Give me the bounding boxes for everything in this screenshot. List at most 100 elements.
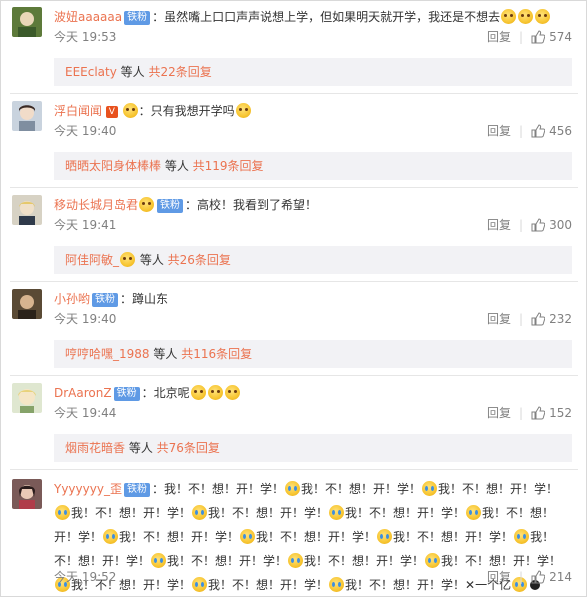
like-count: 574 <box>549 30 572 44</box>
comment-text-segment: 我！不！想！开！学！ <box>256 530 377 544</box>
reply-usernames[interactable]: 哼哼哈嘿_1988 <box>65 347 150 361</box>
comment-text-segment: 我！不！想！开！学！ <box>71 506 192 520</box>
reply-button[interactable]: 回复 <box>487 218 511 232</box>
crying-emoji-icon <box>284 481 300 496</box>
vip-icon: V <box>105 106 118 118</box>
comment-text-segment: 我！不！想！开！学！ <box>119 530 240 544</box>
comment-text-line: 移动长城月岛君 铁粉 ：高校！我看到了希望！ <box>54 195 564 215</box>
fan-badge[interactable]: 铁粉 <box>157 199 184 213</box>
comment-list: 波妞aaaaaa 铁粉 ：虽然嘴上口口声声说想上学，但如果明天就开学，我还是不想去 … <box>0 0 587 597</box>
avatar[interactable] <box>12 479 42 509</box>
reply-count-link[interactable]: 共22条回复 <box>148 65 211 79</box>
thumbs-up-icon[interactable] <box>531 406 546 420</box>
reply-summary[interactable]: 烟雨花暗香 等人 共76条回复 <box>54 434 572 462</box>
comment-time: 今天 19:41 <box>54 218 117 232</box>
reply-summary[interactable]: EEEclaty 等人 共22条回复 <box>54 58 572 86</box>
reply-usernames[interactable]: 晒晒太阳身体棒棒 <box>65 159 161 173</box>
reply-usernames[interactable]: EEEclaty <box>65 65 117 79</box>
username-link[interactable]: DrAaronZ <box>54 386 112 400</box>
comment-text: ：北京呢 <box>141 386 190 400</box>
comment-text: ：虽然嘴上口口声声说想上学，但如果明天就开学，我还是不想去 <box>152 10 501 24</box>
comment-text-segment: 我！不！想！开！学！ <box>304 554 425 568</box>
comment-text-segment: 我！不！想！开！学！ <box>437 482 558 496</box>
reply-button[interactable]: 回复 <box>487 30 511 44</box>
reply-usernames[interactable]: 烟雨花暗香 <box>65 441 125 455</box>
thumbs-up-icon[interactable] <box>531 30 546 44</box>
comment-time: 今天 19:40 <box>54 124 117 138</box>
crown-emoji-icon <box>120 252 136 267</box>
crying-emoji-icon <box>377 529 393 544</box>
crying-emoji-icon <box>151 553 167 568</box>
crying-emoji-icon <box>55 505 70 520</box>
comment-actions: 回复 | 300 <box>487 218 572 232</box>
divider <box>10 375 578 376</box>
sad-emoji-icon <box>224 385 240 400</box>
laugh-cry-emoji-icon <box>501 9 517 24</box>
crying-emoji-icon <box>514 529 530 544</box>
like-count: 232 <box>549 312 572 326</box>
divider <box>10 187 578 188</box>
comment-text: ：只有我想开学吗 <box>138 104 235 118</box>
comment-time: 今天 19:53 <box>54 30 117 44</box>
reply-count-link[interactable]: 共116条回复 <box>181 347 252 361</box>
crying-emoji-icon <box>425 553 441 568</box>
thumbs-up-icon[interactable] <box>531 124 546 138</box>
reply-summary[interactable]: 阿佳阿敏_ 等人 共26条回复 <box>54 246 572 274</box>
like-count: 300 <box>549 218 572 232</box>
comment-text-segment: 我！不！想！开！学！ <box>345 506 466 520</box>
avatar[interactable] <box>12 195 42 225</box>
crying-emoji-icon <box>329 505 345 520</box>
comment-text: ：高校！我看到了希望！ <box>185 198 318 212</box>
fan-badge[interactable]: 铁粉 <box>124 11 151 25</box>
smile-emoji-icon <box>235 103 251 118</box>
comment-text-segment: 我！不！想！开！学！ <box>393 530 514 544</box>
reply-usernames[interactable]: 阿佳阿敏_ <box>65 253 119 267</box>
reply-button[interactable]: 回复 <box>487 124 511 138</box>
reply-count-link[interactable]: 共119条回复 <box>193 159 264 173</box>
crying-emoji-icon <box>240 529 256 544</box>
username-link[interactable]: 小孙哟 <box>54 292 90 306</box>
username-link[interactable]: 移动长城月岛君 <box>54 198 138 212</box>
crown-emoji-icon <box>122 103 138 118</box>
username-link[interactable]: Yyyyyyy_歪 <box>54 482 122 496</box>
crying-emoji-icon <box>329 577 345 592</box>
comment-text-segment: 我！不！想！开！学！ <box>208 578 329 592</box>
reply-button[interactable]: 回复 <box>487 312 511 326</box>
avatar[interactable] <box>12 289 42 319</box>
crying-emoji-icon <box>288 553 304 568</box>
avatar[interactable] <box>12 7 42 37</box>
avatar[interactable] <box>12 101 42 131</box>
reply-count-link[interactable]: 共26条回复 <box>168 253 231 267</box>
comment-text: ：我！不！想！开！学！ 我！不！想！开！学！ 我！不！想！开！学！ 我！不！想！开！学… <box>54 481 561 592</box>
crying-emoji-icon <box>421 481 437 496</box>
laugh-cry-emoji-icon <box>518 9 534 24</box>
comment-text: ：蹲山东 <box>120 292 169 306</box>
reply-summary[interactable]: 晒晒太阳身体棒棒 等人 共119条回复 <box>54 152 572 180</box>
comment-text-line: DrAaronZ 铁粉 ：北京呢 <box>54 383 564 403</box>
username-link[interactable]: 波妞aaaaaa <box>54 10 122 24</box>
laugh-cry-emoji-icon <box>535 9 551 24</box>
reply-button[interactable]: 回复 <box>487 570 511 584</box>
comment-text-segment: 我！不！想！开！学！ <box>167 554 288 568</box>
comment-actions: 回复 | 152 <box>487 406 572 420</box>
avatar[interactable] <box>12 383 42 413</box>
crying-emoji-icon <box>103 529 119 544</box>
comment-text-line: 小孙哟 铁粉 ：蹲山东 <box>54 289 564 309</box>
thumbs-up-icon[interactable] <box>531 570 546 584</box>
username-link[interactable]: 浮白闻闻 <box>54 104 102 118</box>
comment-time: 今天 19:40 <box>54 312 117 326</box>
reply-button[interactable]: 回复 <box>487 406 511 420</box>
reply-summary[interactable]: 哼哼哈嘿_1988 等人 共116条回复 <box>54 340 572 368</box>
fan-badge[interactable]: 铁粉 <box>113 387 140 401</box>
comment-text-line: 波妞aaaaaa 铁粉 ：虽然嘴上口口声声说想上学，但如果明天就开学，我还是不想去 <box>54 7 564 27</box>
reply-count-link[interactable]: 共76条回复 <box>157 441 220 455</box>
comment-actions: 回复 | 574 <box>487 30 572 44</box>
sad-emoji-icon <box>207 385 223 400</box>
thumbs-up-icon[interactable] <box>531 312 546 326</box>
fan-badge[interactable]: 铁粉 <box>123 483 150 497</box>
comment-text-line: 浮白闻闻 V ：只有我想开学吗 <box>54 101 564 121</box>
fan-badge[interactable]: 铁粉 <box>92 293 119 307</box>
thumbs-up-icon[interactable] <box>531 218 546 232</box>
comment-text-segment: 我！不！想！开！学！ <box>300 482 421 496</box>
crying-emoji-icon <box>192 577 208 592</box>
